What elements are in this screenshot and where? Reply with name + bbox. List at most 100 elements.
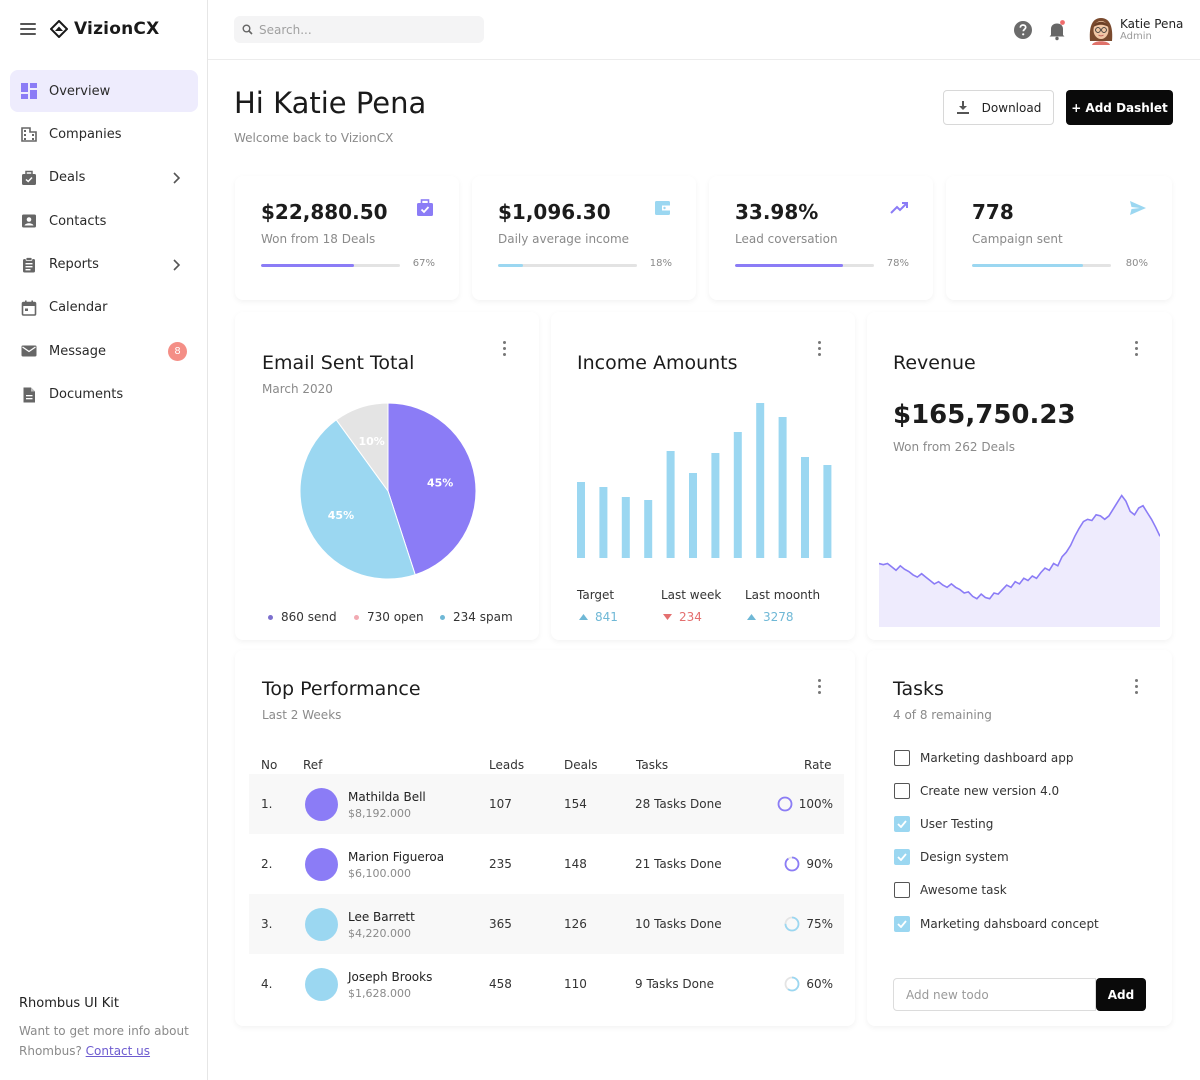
table-row[interactable]: 4. Joseph Brooks $1,628.000 458 110 9 Ta…	[249, 954, 844, 1014]
stat-progress-fill	[498, 264, 524, 267]
tasks-value: 10 Tasks Done	[635, 917, 722, 931]
income-bar	[823, 465, 832, 558]
deals-value: 126	[564, 917, 587, 931]
column-header-leads: Leads	[489, 758, 525, 772]
sidebar-item-companies[interactable]: Companies	[10, 113, 198, 155]
card-title: Revenue	[893, 352, 976, 374]
card-title: Tasks	[893, 678, 944, 700]
person-name: Lee Barrett	[348, 910, 415, 924]
task-item[interactable]: Design system	[894, 847, 1009, 867]
wallet-icon	[655, 201, 670, 215]
stat-percent: 18%	[649, 258, 672, 269]
task-item[interactable]: Marketing dashboard app	[894, 748, 1074, 768]
rate-cell: 75%	[784, 894, 833, 954]
sidebar-item-contacts[interactable]: Contacts	[10, 200, 198, 242]
sidebar-item-calendar[interactable]: Calendar	[10, 287, 198, 329]
tasks-value: 21 Tasks Done	[635, 857, 722, 871]
sidebar-item-documents[interactable]: Documents	[10, 374, 198, 416]
page-subtitle: Welcome back to VizionCX	[234, 131, 394, 145]
search-box	[234, 16, 484, 43]
search-input[interactable]	[259, 22, 459, 37]
tasks-card: Tasks 4 of 8 remaining Marketing dashboa…	[867, 650, 1172, 1026]
checkbox[interactable]	[894, 916, 910, 932]
help-icon[interactable]	[1012, 19, 1034, 41]
rate-value: 90%	[806, 857, 833, 871]
task-item[interactable]: Create new version 4.0	[894, 781, 1059, 801]
legend-label: 234 spam	[453, 610, 513, 624]
add-dashlet-button[interactable]: + Add Dashlet	[1066, 90, 1173, 125]
download-button[interactable]: Download	[943, 90, 1054, 125]
checkbox[interactable]	[894, 849, 910, 865]
email-pie-chart: 45% 45% 10%	[299, 402, 477, 580]
income-bar	[644, 500, 653, 558]
checkbox[interactable]	[894, 783, 910, 799]
rate-cell: 60%	[784, 954, 833, 1014]
sidebar-item-label: Companies	[49, 126, 122, 142]
page-title: Hi Katie Pena	[234, 86, 427, 120]
more-options-icon[interactable]	[811, 676, 827, 696]
sidebar-item-overview[interactable]: Overview	[10, 70, 198, 112]
task-item[interactable]: Awesome task	[894, 880, 1007, 900]
chevron-right-icon	[173, 258, 181, 271]
task-item[interactable]: Marketing dahsboard concept	[894, 914, 1099, 934]
new-todo-input[interactable]	[893, 978, 1096, 1011]
more-options-icon[interactable]	[1128, 338, 1144, 358]
row-number: 3.	[261, 917, 273, 931]
table-row[interactable]: 2. Marion Figueroa $6,100.000 235 148 21…	[249, 834, 844, 894]
table-row[interactable]: 1. Mathilda Bell $8,192.000 107 154 28 T…	[249, 774, 844, 834]
calendar-icon	[20, 299, 38, 317]
task-item[interactable]: User Testing	[894, 814, 993, 834]
top-performance-card: Top Performance Last 2 Weeks No Ref Lead…	[235, 650, 855, 1026]
checkbox[interactable]	[894, 882, 910, 898]
rate-cell: 100%	[777, 774, 833, 834]
sidebar-item-deals[interactable]: Deals	[10, 157, 198, 199]
search-icon	[242, 24, 253, 35]
stat-progress-fill	[972, 264, 1084, 267]
trend-up-icon	[579, 614, 588, 620]
summary-value: 3278	[763, 610, 794, 624]
stat-label: Lead coversation	[735, 232, 838, 246]
legend-dot	[354, 614, 359, 620]
sidebar-item-reports[interactable]: Reports	[10, 244, 198, 286]
table-row[interactable]: 3. Lee Barrett $4,220.000 365 126 10 Tas…	[249, 894, 844, 954]
person-name: Mathilda Bell	[348, 790, 426, 804]
income-bar	[778, 417, 787, 558]
column-header-ref: Ref	[303, 758, 323, 772]
check-icon	[897, 853, 907, 861]
rate-ring-progress	[777, 796, 793, 812]
contact-us-link[interactable]: Contact us	[86, 1044, 150, 1058]
legend-dot	[268, 614, 273, 620]
stat-value: $1,096.30	[498, 200, 611, 224]
checkbox[interactable]	[894, 816, 910, 832]
more-options-icon[interactable]	[811, 338, 827, 358]
revenue-area	[879, 495, 1160, 627]
deals-value: 148	[564, 857, 587, 871]
message-count-badge: 8	[168, 342, 187, 362]
checkbox[interactable]	[894, 750, 910, 766]
contact-card-icon	[20, 212, 38, 230]
add-todo-button[interactable]: Add	[1096, 978, 1146, 1011]
avatar	[305, 908, 338, 941]
more-options-icon[interactable]	[1128, 676, 1144, 696]
avatar	[305, 968, 338, 1001]
download-icon	[956, 101, 969, 114]
stat-percent: 78%	[886, 258, 909, 269]
row-number: 1.	[261, 797, 273, 811]
rate-ring-progress	[784, 856, 800, 872]
tasks-value: 28 Tasks Done	[635, 797, 722, 811]
more-options-icon[interactable]	[496, 338, 512, 358]
stat-value: 33.98%	[735, 200, 819, 224]
revenue-area-chart	[879, 494, 1160, 627]
download-label: Download	[981, 100, 1042, 115]
menu-icon[interactable]	[20, 23, 36, 35]
user-info: Katie Pena Admin	[1120, 17, 1183, 43]
income-bar	[801, 457, 809, 558]
income-bar	[577, 482, 585, 558]
avatar	[305, 848, 338, 881]
sidebar-item-message[interactable]: Message 8	[10, 330, 198, 372]
user-menu[interactable]: Katie Pena Admin	[1088, 14, 1183, 46]
stat-card-income: $1,096.30 Daily average income 18%	[472, 176, 696, 300]
legend-label: 860 send	[281, 610, 337, 624]
notification-bell-icon[interactable]	[1046, 19, 1068, 41]
rate-ring-icon	[784, 976, 800, 992]
